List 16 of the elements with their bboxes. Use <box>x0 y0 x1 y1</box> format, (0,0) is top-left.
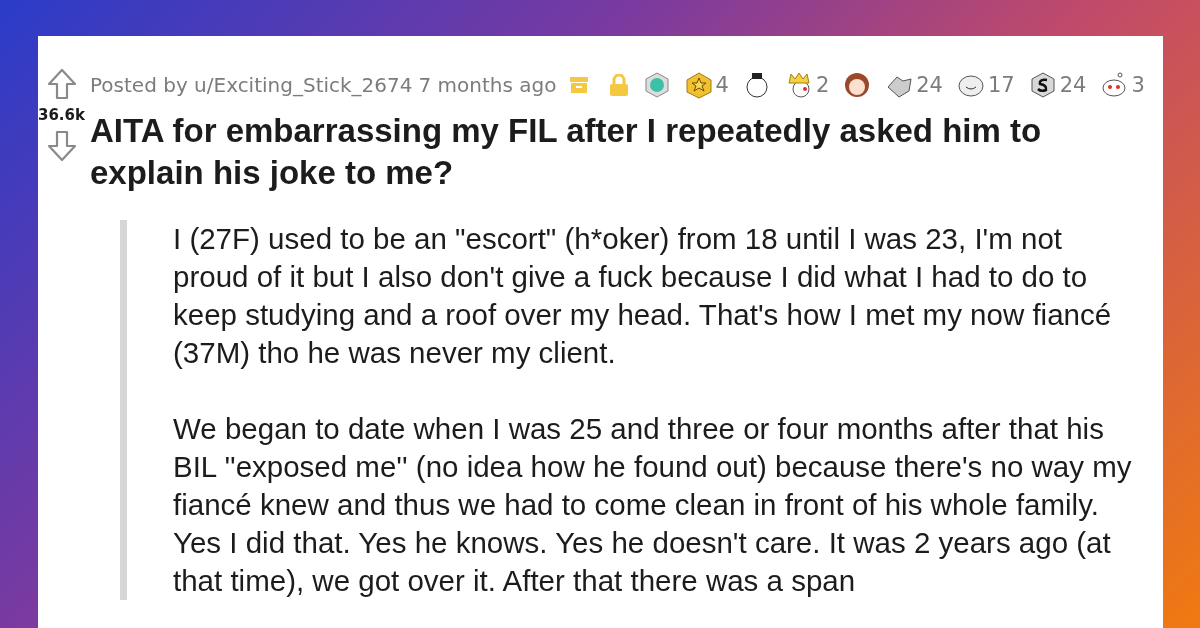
award-count: 24 <box>916 73 943 97</box>
award-count: 3 <box>1131 73 1145 97</box>
author-line: Posted by u/Exciting_Stick_2674 <box>90 73 413 97</box>
vote-count: 36.6k <box>38 106 85 124</box>
award-count: 4 <box>715 73 729 97</box>
award-count: 17 <box>988 73 1015 97</box>
body-paragraph: I (27F) used to be an "escort" (h*oker) from 18 until I was 23, I'm not proud of it but I also don't give a fuck because I did what I had to do to keep studying and a roof over my head. That's how I met my now fiancé (37M) tho he was never my client. <box>173 221 1113 371</box>
post-title: AITA for embarrassing my FIL after I repeatedly asked him to explain his joke to me? <box>90 111 1043 193</box>
award-icon[interactable] <box>843 71 872 99</box>
award-count: 2 <box>815 73 830 97</box>
post-time: 7 months ago <box>418 73 557 97</box>
award-count: 24 <box>1059 73 1087 97</box>
downvote-icon[interactable] <box>46 130 77 162</box>
award-icon[interactable] <box>1028 71 1057 99</box>
upvote-icon[interactable] <box>46 68 77 100</box>
body-paragraph: We began to date when I was 25 and three or four months after that his BIL ''exposed me'' (no idea how he found out) because there's no way my fiancé knew and thus we had to come clean in front of his whole family. Yes I did that. Yes he knows. Yes he doesn't care. It was 2 years ago (at that time), we got over it. After that there was a span <box>173 411 1133 599</box>
